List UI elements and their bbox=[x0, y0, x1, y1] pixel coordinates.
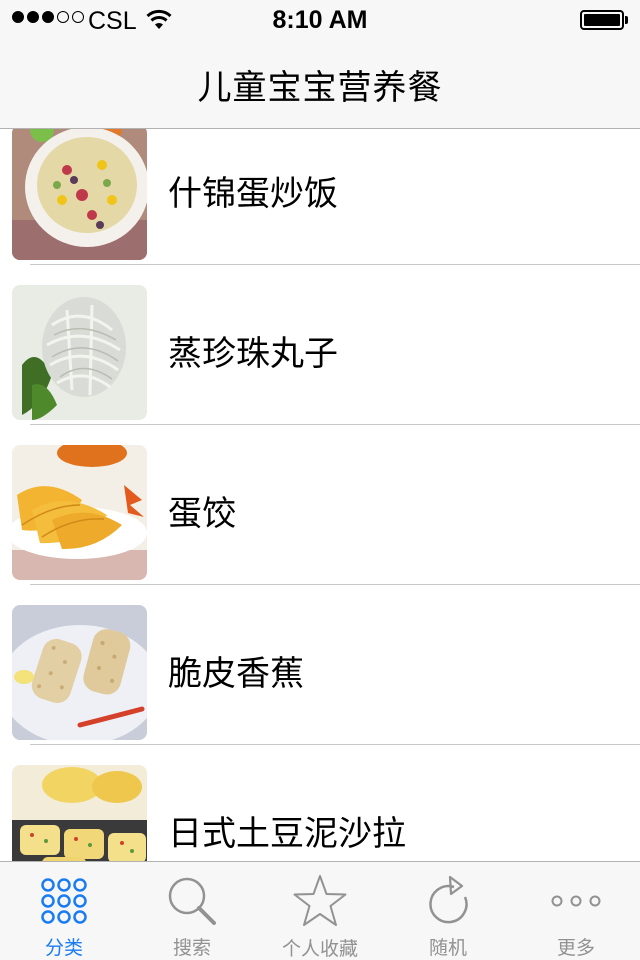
clock: 8:10 AM bbox=[272, 6, 368, 34]
tab-bar: 分类 搜索 个人收藏 随机 更多 bbox=[0, 861, 640, 960]
list-item[interactable]: 什锦蛋炒饭 bbox=[0, 129, 640, 265]
recipe-title: 什锦蛋炒饭 bbox=[168, 173, 338, 214]
list-item[interactable]: 蒸珍珠丸子 bbox=[0, 265, 640, 425]
star-icon bbox=[292, 874, 348, 928]
more-icon bbox=[550, 874, 602, 927]
recipe-title: 蒸珍珠丸子 bbox=[168, 333, 338, 374]
tab-label: 搜索 bbox=[172, 937, 211, 959]
crispy-banana-thumbnail bbox=[12, 605, 147, 740]
tab-categories[interactable]: 分类 bbox=[0, 862, 128, 960]
search-icon bbox=[166, 874, 218, 927]
fried-rice-thumbnail bbox=[12, 129, 147, 260]
egg-dumplings-thumbnail bbox=[12, 445, 147, 580]
tab-label: 分类 bbox=[44, 937, 83, 959]
grid-icon bbox=[40, 874, 88, 927]
recipe-list[interactable]: 什锦蛋炒饭 蒸珍珠丸子 蛋饺 脆皮香蕉 日式土豆泥沙拉 bbox=[0, 129, 640, 861]
battery-icon bbox=[580, 10, 628, 30]
recipe-title: 脆皮香蕉 bbox=[168, 653, 304, 694]
list-item[interactable]: 蛋饺 bbox=[0, 425, 640, 585]
tab-label: 更多 bbox=[556, 937, 595, 959]
recipe-title: 日式土豆泥沙拉 bbox=[168, 813, 406, 854]
refresh-icon bbox=[424, 874, 472, 927]
potato-salad-thumbnail bbox=[12, 765, 147, 861]
tab-favorites[interactable]: 个人收藏 bbox=[256, 862, 384, 960]
tab-random[interactable]: 随机 bbox=[384, 862, 512, 960]
tab-search[interactable]: 搜索 bbox=[128, 862, 256, 960]
recipe-title: 蛋饺 bbox=[168, 493, 236, 534]
tab-more[interactable]: 更多 bbox=[512, 862, 640, 960]
tab-label: 个人收藏 bbox=[281, 938, 358, 960]
tab-label: 随机 bbox=[428, 937, 467, 959]
pearl-meatballs-thumbnail bbox=[12, 285, 147, 420]
list-item[interactable]: 脆皮香蕉 bbox=[0, 585, 640, 745]
list-item[interactable]: 日式土豆泥沙拉 bbox=[0, 745, 640, 861]
navigation-bar: 儿童宝宝营养餐 bbox=[0, 40, 640, 129]
status-bar: CSL 8:10 AM bbox=[0, 0, 640, 40]
page-title: 儿童宝宝营养餐 bbox=[197, 67, 443, 108]
